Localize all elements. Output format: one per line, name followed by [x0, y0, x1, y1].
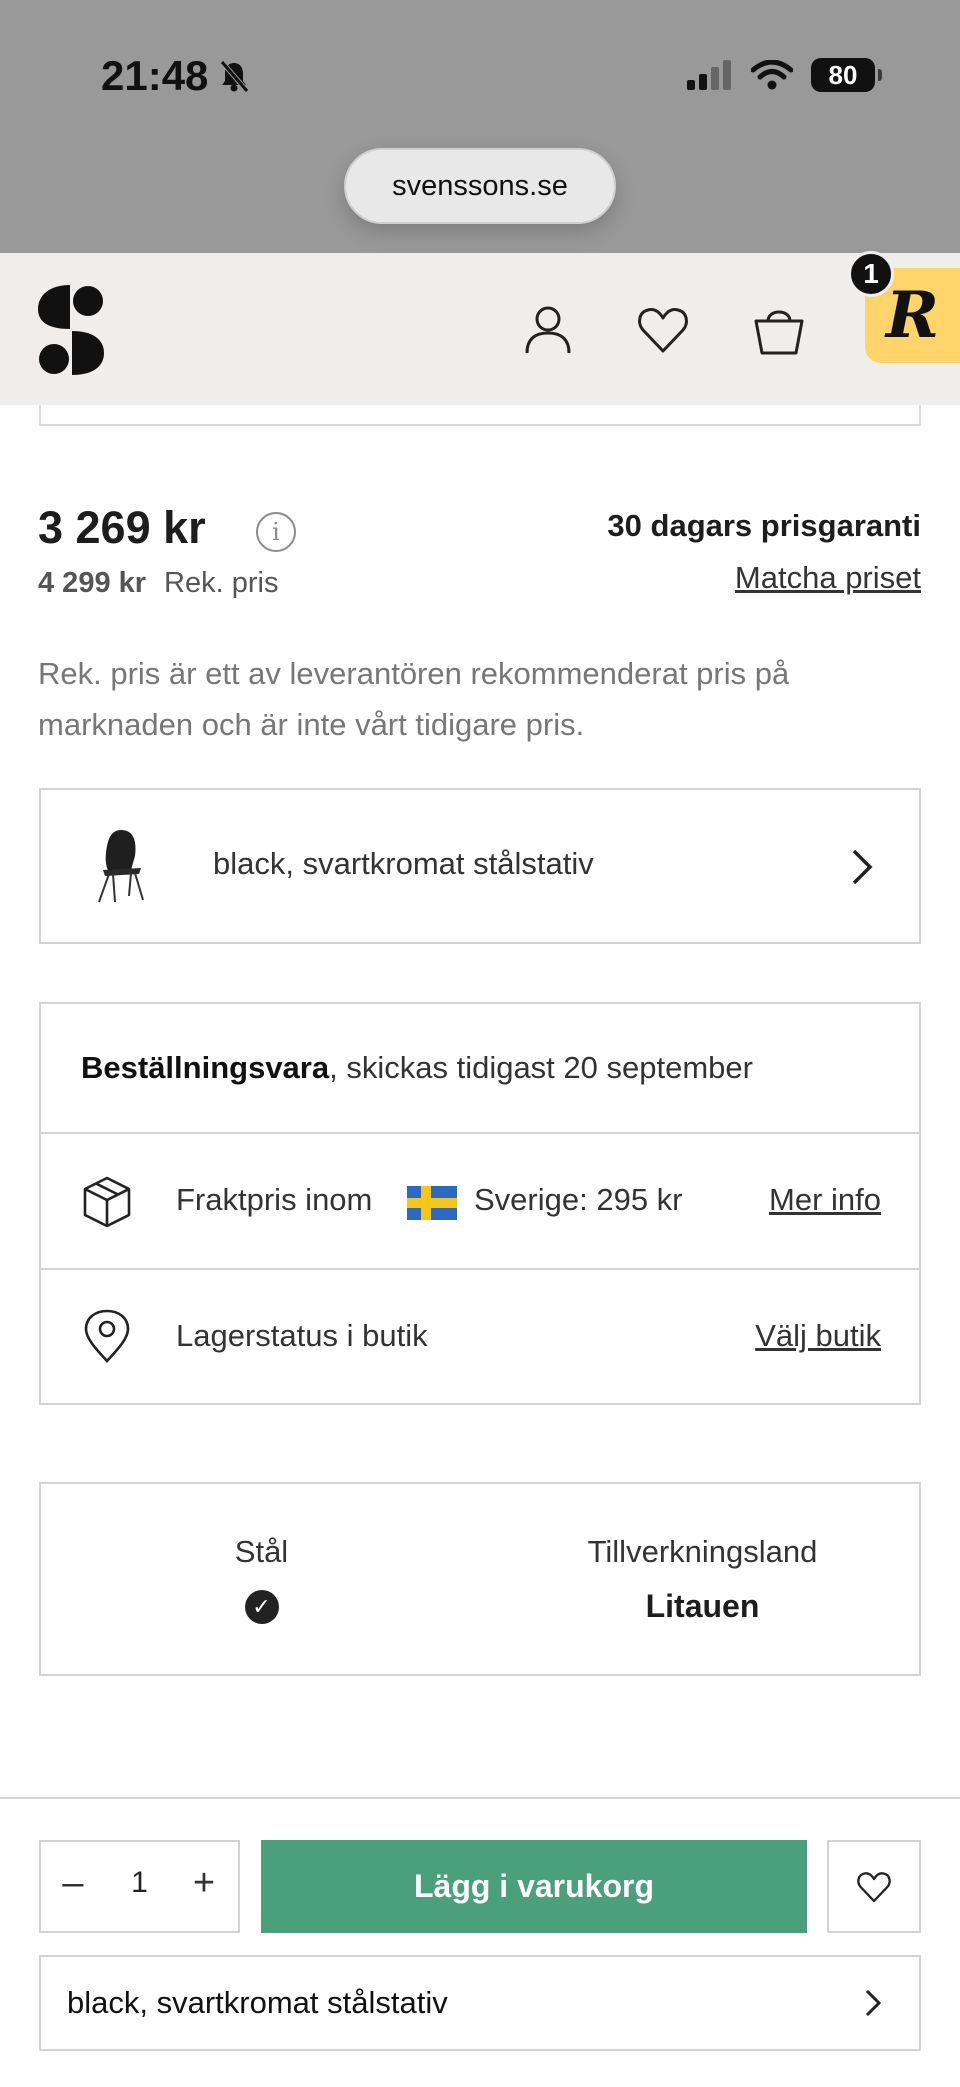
- current-price: 3 269 kr: [38, 502, 206, 553]
- heart-icon[interactable]: [636, 303, 690, 357]
- chevron-right-icon: [865, 1989, 882, 2017]
- checkmark-icon: ✓: [244, 1590, 279, 1624]
- swedish-flag-icon: [407, 1186, 457, 1220]
- wifi-icon: [751, 60, 793, 90]
- stock-label: Lagerstatus i butik: [176, 1318, 428, 1353]
- site-header: [0, 253, 960, 405]
- url-bar[interactable]: svenssons.se: [344, 148, 616, 224]
- favorite-button[interactable]: [827, 1840, 921, 1933]
- previous-section-edge: [39, 405, 921, 426]
- country-title: Tillverkningsland: [587, 1534, 818, 1569]
- chevron-right-icon: [852, 849, 873, 885]
- svenssons-logo-icon[interactable]: [36, 283, 106, 377]
- recommended-price: 4 299 kr Rek. pris: [38, 567, 278, 600]
- more-info-link[interactable]: Mer info: [769, 1182, 881, 1218]
- material-title: Stål: [234, 1534, 289, 1569]
- shipping-price: Sverige: 295 kr: [474, 1182, 683, 1217]
- order-item-text: Beställningsvara, skickas tidigast 20 se…: [81, 1050, 753, 1086]
- variant-selector-bottom[interactable]: black, svartkromat stålstativ: [39, 1955, 921, 2051]
- order-item-rest: , skickas tidigast 20 september: [329, 1050, 753, 1085]
- product-specs: Stål ✓ Tillverkningsland Litauen: [39, 1482, 921, 1676]
- price-guarantee: 30 dagars prisgaranti: [607, 508, 921, 543]
- variant-label-bottom: black, svartkromat stålstativ: [67, 1985, 448, 2020]
- increase-quantity-button[interactable]: +: [184, 1862, 224, 1905]
- chair-thumbnail: [98, 830, 144, 903]
- location-pin-icon: [84, 1309, 130, 1363]
- store-stock-row: Lagerstatus i butik Välj butik: [41, 1270, 919, 1403]
- heart-icon: [857, 1871, 891, 1902]
- clock-text: 21:48: [101, 52, 209, 99]
- price-disclaimer: Rek. pris är ett av leverantören rekomme…: [38, 656, 790, 742]
- shipping-row: Fraktpris inom Sverige: 295 kr Mer info: [41, 1134, 919, 1270]
- signal-icon: [687, 60, 731, 90]
- original-price-label: Rek. pris: [164, 567, 279, 599]
- bell-muted-icon: [220, 60, 250, 93]
- variant-selector[interactable]: black, svartkromat stålstativ: [39, 788, 921, 944]
- match-price-link[interactable]: Matcha priset: [735, 560, 921, 596]
- variant-label: black, svartkromat stålstativ: [213, 846, 594, 881]
- choose-store-link[interactable]: Välj butik: [755, 1318, 881, 1354]
- order-item-row: Beställningsvara, skickas tidigast 20 se…: [41, 1004, 919, 1134]
- shipping-prefix: Fraktpris inom: [176, 1182, 373, 1217]
- bottom-bar-divider: [0, 1797, 960, 1799]
- status-time: 21:48: [101, 52, 250, 100]
- quantity-stepper: – 1 +: [39, 1840, 240, 1933]
- shopping-bag-icon[interactable]: [752, 303, 806, 357]
- country-value: Litauen: [645, 1588, 760, 1624]
- country-spec: Tillverkningsland Litauen: [482, 1484, 923, 1625]
- rewards-letter: R: [885, 278, 940, 353]
- battery-indicator: 80: [811, 58, 882, 92]
- rewards-count-badge: 1: [848, 251, 894, 297]
- info-icon[interactable]: i: [256, 512, 296, 552]
- delivery-info: Beställningsvara, skickas tidigast 20 se…: [39, 1002, 921, 1405]
- original-price-value: 4 299 kr: [38, 567, 147, 599]
- package-icon: [83, 1176, 131, 1228]
- user-icon[interactable]: [521, 303, 575, 357]
- add-to-cart-button[interactable]: Lägg i varukorg: [261, 1840, 807, 1933]
- material-spec: Stål ✓: [41, 1484, 482, 1624]
- status-bar: 21:48 80 svenssons.se: [0, 0, 960, 253]
- status-indicators: 80: [687, 58, 882, 92]
- order-item-bold: Beställningsvara: [81, 1050, 330, 1085]
